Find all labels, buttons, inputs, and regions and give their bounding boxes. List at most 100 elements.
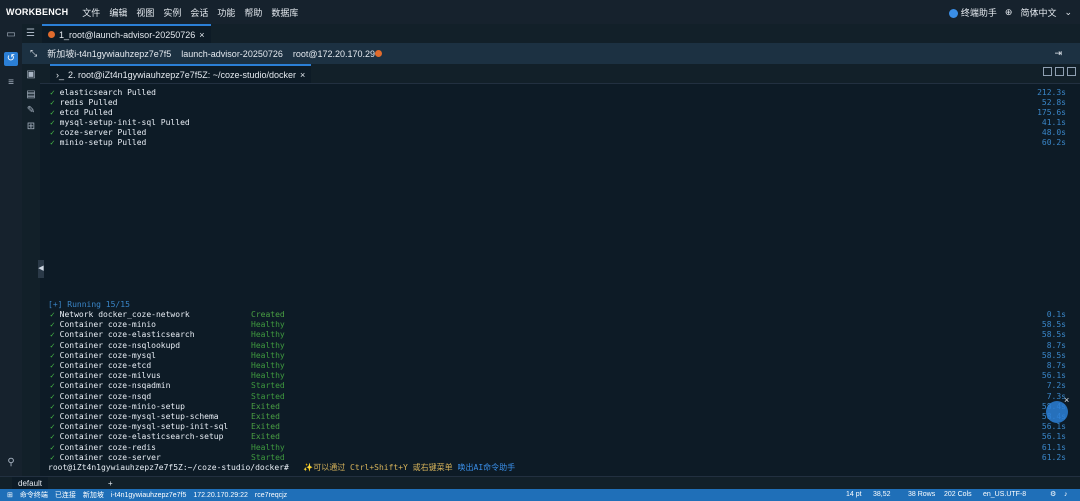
container-row: ✓ Container coze-minio — [50, 320, 156, 330]
grid-icon[interactable]: ⊞ — [24, 120, 38, 134]
terminal-output[interactable]: ✓ elasticsearch Pulled 212.3s ✓ redis Pu… — [40, 84, 1080, 476]
container-time: 56.1s — [1041, 371, 1066, 381]
container-name: Network docker_coze-network — [59, 310, 190, 319]
chevron-down-icon[interactable]: ⌄ — [1064, 7, 1072, 18]
running-status: [+] Running 15/15 — [48, 300, 130, 309]
session-user-host: root@172.20.170.29 — [292, 48, 376, 59]
container-status: Exited — [251, 401, 280, 411]
history-icon[interactable]: ↺ — [4, 52, 18, 66]
container-status: Healthy — [251, 361, 285, 370]
check-icon: ✓ — [50, 330, 55, 340]
folder-icon[interactable]: ▭ — [4, 28, 18, 42]
menu-database[interactable]: 数据库 — [271, 6, 298, 19]
container-name: Container coze-redis — [59, 442, 156, 452]
session-info-bar: ⤡ 新加坡i-t4n1gywiauhzepz7e7f5 launch-advis… — [22, 43, 1080, 64]
container-time: 7.2s — [1046, 381, 1066, 391]
windows-icon[interactable]: ⊞ — [7, 491, 13, 499]
left-rail: ▭ ↺ ≡ ⚲ — [0, 24, 23, 476]
container-name: Container coze-milvus — [59, 371, 161, 381]
menu-view[interactable]: 视图 — [136, 6, 154, 19]
log-line: ✓ redis Pulled — [50, 98, 118, 107]
session-instance: launch-advisor-20250726 — [181, 48, 283, 59]
collapse-panel-handle[interactable]: ◀ — [38, 260, 44, 278]
container-status: Healthy — [251, 350, 285, 360]
container-name: Container coze-nsqd — [59, 391, 152, 401]
status-rows: 38 Rows — [908, 491, 936, 498]
container-status: Healthy — [251, 340, 285, 350]
container-row: ✓ Container coze-mysql — [50, 351, 156, 361]
status-locale[interactable]: en_US.UTF-8 — [983, 489, 1026, 501]
container-status: Healthy — [251, 442, 285, 452]
container-row: ✓ Network docker_coze-network — [50, 310, 190, 320]
container-row: ✓ Container coze-nsqd — [50, 392, 151, 402]
exit-icon[interactable]: ⇥ — [1054, 48, 1062, 59]
container-time: 58.5s — [1041, 330, 1066, 340]
container-status: Healthy — [251, 320, 285, 330]
terminal-assistant-button[interactable]: 终端助手 — [948, 6, 997, 19]
menu-help[interactable]: 帮助 — [244, 6, 262, 19]
add-pane-icon[interactable] — [1043, 67, 1052, 76]
log-time: 48.0s — [1041, 128, 1066, 137]
container-name: Container coze-minio-setup — [59, 401, 185, 411]
session-region: 新加坡i-t4n1gywiauhzepz7e7f5 — [47, 49, 172, 59]
check-icon: ✓ — [50, 350, 55, 360]
container-row: ✓ Container coze-mysql-setup-init-sql — [50, 422, 228, 432]
container-time: 8.7s — [1046, 340, 1066, 350]
tab-terminal-2-label: 2. root@iZt4n1gywiauhzepz7e7f5Z: ~/coze-… — [68, 69, 297, 80]
container-status: Started — [251, 391, 285, 401]
menu-file[interactable]: 文件 — [82, 6, 100, 19]
menu-bar: WORKBENCH 文件 编辑 视图 实例 会话 功能 帮助 数据库 终端助手 … — [0, 0, 1080, 25]
prompt-icon: ›_ — [56, 69, 65, 80]
menu-features[interactable]: 功能 — [217, 6, 235, 19]
close-icon[interactable]: × — [300, 70, 305, 80]
container-status: Started — [251, 452, 285, 462]
language-select[interactable]: 简体中文 — [1020, 6, 1056, 19]
pin-icon[interactable]: ⚲ — [4, 456, 18, 470]
container-name: Container coze-elasticsearch — [59, 330, 195, 340]
container-time: 61.2s — [1041, 452, 1066, 462]
bell-icon[interactable]: ♪ — [1064, 489, 1068, 501]
container-row: ✓ Container coze-nsqlookupd — [50, 341, 180, 351]
close-icon[interactable]: × — [199, 30, 204, 40]
split-vertical-icon[interactable] — [1055, 67, 1064, 76]
check-icon: ✓ — [50, 412, 55, 421]
side-explorer: ▣ ▤ ✎ ⊞ — [22, 24, 41, 476]
status-address: 172.20.170.29:22 — [193, 491, 248, 499]
log-line: ✓ elasticsearch Pulled — [50, 88, 156, 97]
check-icon: ✓ — [50, 361, 55, 370]
ai-assistant-link[interactable]: 唤出AI命令助手 — [458, 463, 516, 472]
status-region: 新加坡 — [82, 492, 104, 499]
edit-icon[interactable]: ✎ — [24, 104, 38, 118]
menu-session[interactable]: 会话 — [190, 6, 208, 19]
close-icon[interactable]: × — [1064, 395, 1069, 405]
status-instance: i-t4n1gywiauhzepz7e7f5 — [110, 491, 187, 499]
file-icon[interactable]: ▤ — [24, 88, 38, 102]
container-time: 58.5s — [1041, 320, 1066, 330]
session-tabbar: ☰ 1_root@launch-advisor-20250726 × — [22, 24, 1080, 44]
tab-session-1[interactable]: 1_root@launch-advisor-20250726 × — [42, 24, 211, 43]
menu-edit[interactable]: 编辑 — [109, 6, 127, 19]
container-name: Container coze-mysql-setup-schema — [59, 412, 219, 421]
split-tools — [1043, 67, 1076, 76]
settings-icon[interactable]: ⚙ — [1050, 489, 1056, 501]
status-font-size[interactable]: 14 pt — [846, 489, 862, 501]
status-cols: 202 Cols — [944, 491, 972, 498]
database-icon[interactable]: ≡ — [4, 76, 18, 90]
terminal-icon[interactable]: ▣ — [24, 68, 38, 82]
menu-right: 终端助手 ⊕ 简体中文 ⌄ — [948, 0, 1072, 24]
container-time: 61.1s — [1041, 442, 1066, 452]
log-time: 60.2s — [1041, 138, 1066, 147]
tab-terminal-2[interactable]: ›_ 2. root@iZt4n1gywiauhzepz7e7f5Z: ~/co… — [50, 64, 312, 83]
split-horizontal-icon[interactable] — [1067, 67, 1076, 76]
list-icon[interactable]: ☰ — [26, 28, 35, 39]
container-status: Healthy — [251, 330, 285, 340]
shell-prompt[interactable]: root@iZt4n1gywiauhzepz7e7f5Z:~/coze-stud… — [48, 463, 515, 473]
menu-instance[interactable]: 实例 — [163, 6, 181, 19]
container-name: Container coze-server — [59, 452, 161, 462]
container-row: ✓ Container coze-redis — [50, 443, 156, 453]
globe-icon[interactable]: ⊕ — [1005, 7, 1013, 18]
container-row: ✓ Container coze-minio-setup — [50, 402, 185, 412]
check-icon: ✓ — [50, 432, 55, 442]
container-name: Container coze-minio — [59, 320, 156, 330]
collapse-icon[interactable]: ⤡ — [30, 48, 37, 59]
